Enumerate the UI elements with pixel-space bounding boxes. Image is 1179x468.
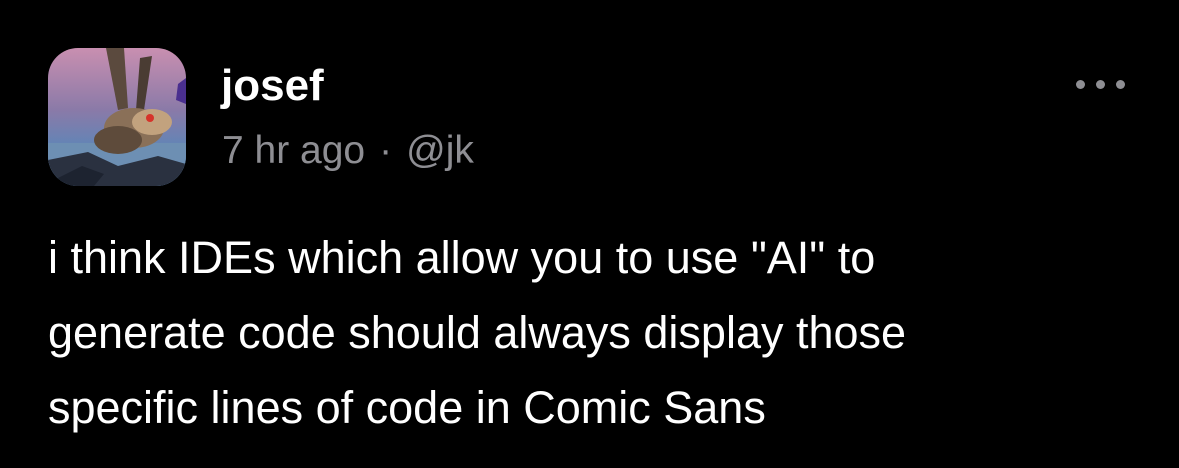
more-dot — [1115, 79, 1125, 89]
meta-separator: · — [379, 129, 393, 172]
more-options-button[interactable] — [1060, 64, 1140, 104]
post-timestamp: 7 hr ago — [222, 129, 366, 172]
avatar-image — [48, 48, 186, 186]
post-body-line: generate code should always display thos… — [48, 307, 907, 358]
more-dot — [1095, 79, 1105, 89]
author-display-name[interactable]: josef — [221, 58, 324, 114]
post-body: i think IDEs which allow you to use "AI"… — [48, 220, 1148, 445]
more-dot — [1075, 79, 1085, 89]
author-handle[interactable]: @jk — [406, 129, 474, 172]
post-meta: 7 hr ago · @jk — [222, 126, 474, 176]
post-body-line: specific lines of code in Comic Sans — [48, 382, 766, 433]
more-horizontal-icon — [1075, 79, 1125, 89]
post-body-line: i think IDEs which allow you to use "AI"… — [48, 232, 876, 283]
avatar[interactable] — [48, 48, 186, 186]
